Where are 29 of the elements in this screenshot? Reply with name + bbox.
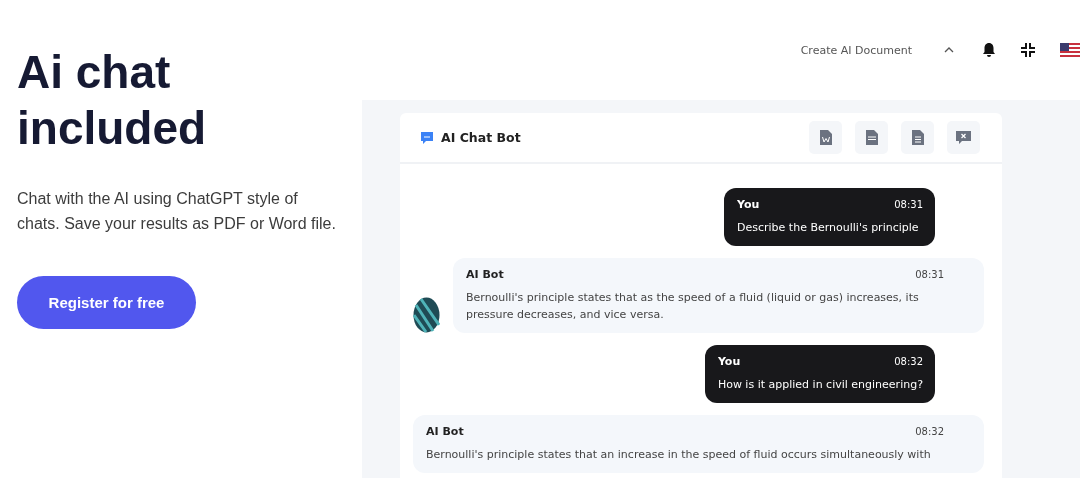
message-time: 08:31 (894, 199, 923, 210)
message-text: Bernoulli's principle states that as the speed of a fluid (liquid or gas) increases, its pressure decreases, and vice versa. (466, 290, 920, 323)
message-time: 08:31 (915, 269, 944, 280)
word-export-button[interactable] (809, 121, 842, 154)
message-author: You (717, 355, 741, 368)
register-button[interactable]: Register for free (17, 276, 196, 329)
chat-bubble-icon (420, 130, 434, 145)
caret-icon[interactable] (944, 47, 954, 53)
word-file-icon (819, 130, 832, 145)
message-text: How is it applied in civil engineering? (717, 377, 923, 393)
message-time: 08:32 (894, 356, 923, 367)
message-text: Bernoulli's principle states that an increase in the speed of fluid occurs simultaneously with (426, 447, 932, 463)
chat-close-icon (956, 130, 971, 145)
exit-fullscreen-icon[interactable] (1021, 43, 1035, 57)
create-document-menu[interactable]: Create AI Document (800, 43, 912, 57)
document-button[interactable] (901, 121, 934, 154)
message-author: AI Bot (466, 268, 504, 281)
hero-heading: Ai chat included (17, 45, 208, 156)
message-author: AI Bot (426, 425, 464, 438)
message-time: 08:32 (915, 426, 944, 437)
clear-chat-button[interactable] (947, 121, 980, 154)
message-author: You (737, 198, 760, 211)
chat-title: AI Chat Bot (441, 130, 521, 145)
pdf-export-button[interactable] (855, 121, 888, 154)
document-icon (911, 130, 924, 145)
us-flag-icon[interactable] (1060, 43, 1080, 57)
notification-bell-icon[interactable] (982, 42, 996, 58)
message-text: Describe the Bernoulli's principle (737, 220, 920, 236)
hero-description: Chat with the AI using ChatGPT style of chats. Save your results as PDF or Word file. (17, 189, 337, 234)
